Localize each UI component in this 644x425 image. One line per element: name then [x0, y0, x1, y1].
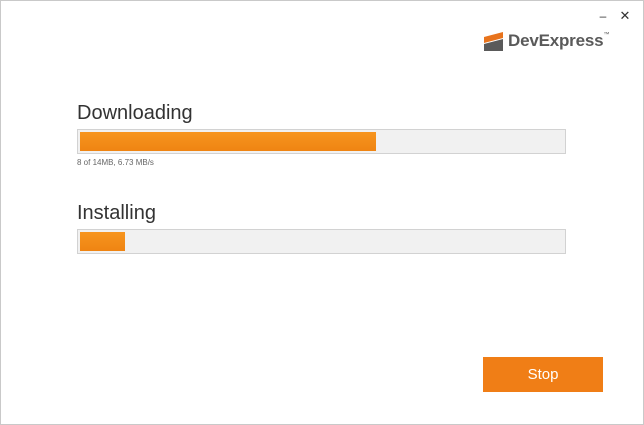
minimize-icon[interactable]: –	[597, 9, 609, 23]
logo-wordmark: DevExpress ™	[508, 31, 610, 50]
download-status-text: 8 of 14MB, 6.73 MB/s	[77, 158, 154, 167]
download-progress-bar	[77, 129, 566, 154]
download-title: Downloading	[77, 102, 193, 124]
install-progress-fill	[80, 232, 125, 251]
install-section: Installing	[77, 201, 566, 254]
window-controls: – ✕	[597, 9, 631, 24]
devexpress-logo: DevExpress ™	[484, 31, 610, 51]
download-progress-fill	[80, 132, 376, 151]
installer-window: – ✕ DevExpress ™ Downloading 8 of 14MB, 6…	[0, 0, 644, 425]
download-section: Downloading 8 of 14MB, 6.73 MB/s	[77, 101, 566, 168]
devexpress-logo-icon	[484, 31, 503, 51]
stop-button[interactable]: Stop	[483, 357, 603, 392]
close-icon[interactable]: ✕	[619, 9, 631, 23]
install-title: Installing	[77, 202, 156, 224]
install-progress-bar	[77, 229, 566, 254]
